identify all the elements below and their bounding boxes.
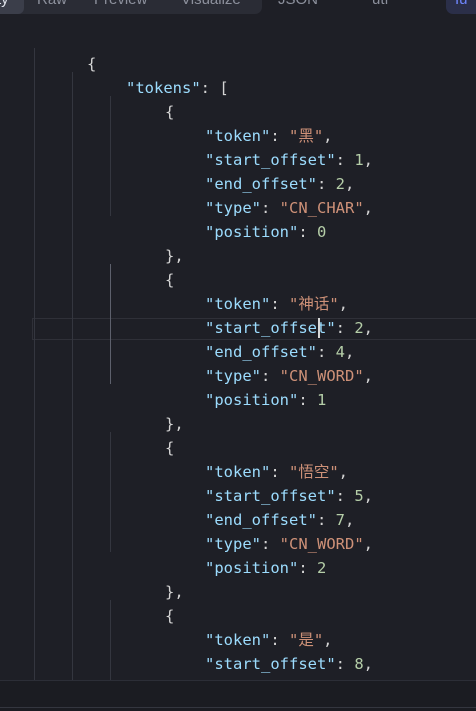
position-key: "position" [205,559,299,577]
code-line: "type": "CN_WORD", [205,367,374,385]
code-line: }, [109,388,184,433]
code-line: "tokens": [ [70,52,229,97]
code-line: { [109,244,174,289]
tokens-array-open: : [ [200,79,229,97]
start-offset-value: 2 [354,319,364,337]
tab-visualize[interactable]: Visualize [181,0,241,11]
code-line: { [31,28,96,73]
code-line: { [109,412,174,457]
indent-guide-tokens [72,72,73,680]
code-line: "end_offset": 7, [205,511,355,529]
position-value: 0 [317,223,327,241]
code-line: "start_offset": 1, [205,151,374,169]
position-value: 1 [317,391,327,409]
tab-pretty[interactable]: ty [0,0,9,11]
code-line: "start_offset": 5, [205,487,374,505]
position-key: "position" [205,391,299,409]
json-code-editor[interactable]: { "tokens": [ { "token": "黑", "start_off… [0,16,476,680]
view-mode-toolbar: ty Raw Preview Visualize JSON utf Iu [0,0,476,16]
code-line: { [109,76,174,121]
code-line: "type": "CN_WORD", [205,535,374,553]
code-line: "type": "CN_CHAR", [205,199,374,217]
code-line: "end_offset": 2, [205,175,355,193]
code-line: "token": "是", [205,631,333,649]
bottom-status-bar [0,680,476,711]
code-line: }, [109,220,184,265]
position-value: 2 [317,559,327,577]
code-line: "position": 2 [205,559,327,577]
json-viewer-window: ty Raw Preview Visualize JSON utf Iu { "… [0,0,476,711]
code-line: "start_offset": 2, [205,319,374,337]
code-line: "position": 1 [205,391,327,409]
code-line: "end_offset": 4, [205,343,355,361]
code-line: "start_offset": 8, [205,655,374,673]
code-line: "token": "黑", [205,127,333,145]
indent-guide-root [34,48,35,680]
format-json-select[interactable]: JSON [278,0,318,11]
code-line: { [109,580,174,625]
encoding-utf8-select[interactable]: utf [372,0,389,11]
divider [0,680,476,681]
code-line: "token": "悟空", [205,463,349,481]
tab-preview[interactable]: Preview [94,0,147,11]
code-line: "position": 0 [205,223,327,241]
text-cursor [318,318,320,338]
code-line: }, [109,556,184,601]
divider [0,707,476,708]
toolbar-right-button-label: Iu [455,0,468,11]
start-offset-value: 5 [354,487,364,505]
start-offset-value: 8 [354,655,364,673]
start-offset-value: 1 [354,151,364,169]
tab-raw[interactable]: Raw [37,0,67,11]
position-key: "position" [205,223,299,241]
code-line: "end_offset": 9, [149,652,354,680]
code-line: "token": "神话", [205,295,349,313]
